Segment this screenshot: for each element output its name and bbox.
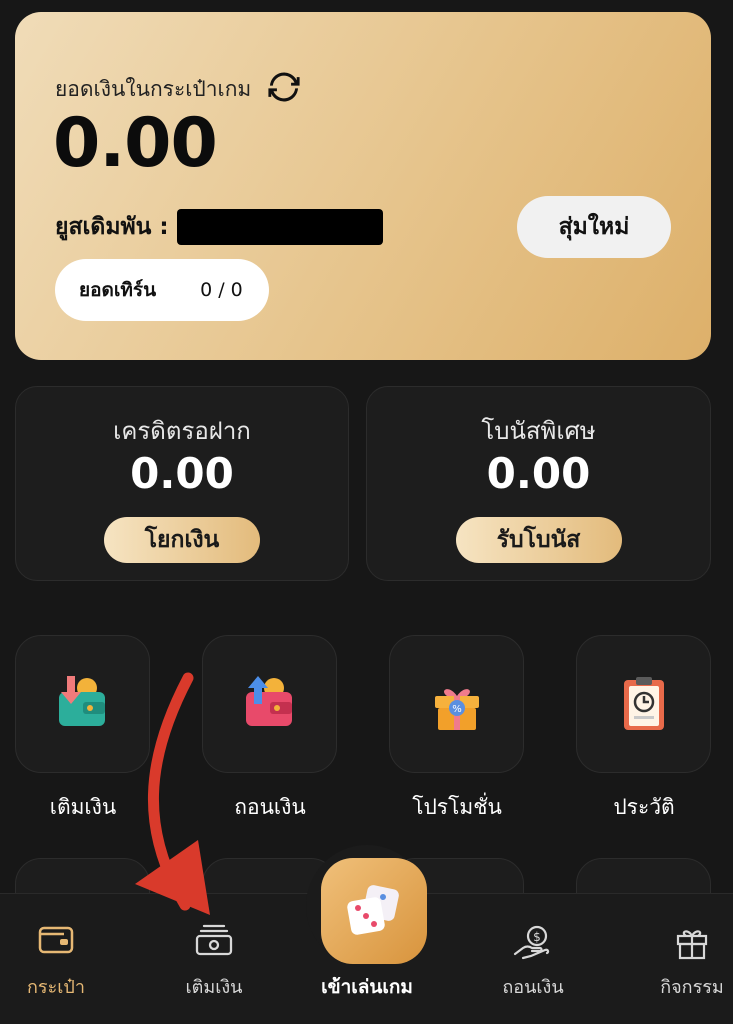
pending-credit-value: 0.00 — [130, 449, 234, 498]
transfer-money-button[interactable]: โยกเงิน — [104, 517, 260, 563]
play-game-label: เข้าเล่นเกม — [321, 976, 413, 998]
nav-withdraw-label: ถอนเงิน — [502, 977, 564, 998]
gift-box-icon — [676, 930, 708, 960]
menu-label-deposit: เติมเงิน — [49, 795, 117, 819]
wallet-card: ยอดเงินในกระเป๋าเกม 0.00 ยูสเดิมพัน : สุ… — [15, 12, 711, 360]
turnover-badge: ยอดเทิร์น 0 / 0 — [55, 259, 269, 321]
nav-deposit[interactable]: เติมเงิน — [154, 894, 274, 1024]
menu-tile-promotion[interactable]: % — [389, 635, 524, 773]
menu-label-withdraw: ถอนเงิน — [234, 795, 306, 819]
refresh-icon[interactable] — [267, 70, 301, 109]
username-row: ยูสเดิมพัน : — [55, 209, 383, 245]
pending-credit-card: เครดิตรอฝาก 0.00 โยกเงิน — [15, 386, 349, 581]
nav-activity-label: กิจกรรม — [660, 977, 724, 998]
dice-icon — [347, 885, 399, 935]
nav-wallet-label: กระเป๋า — [27, 977, 85, 998]
gift-icon: % — [434, 689, 479, 730]
special-bonus-card: โบนัสพิเศษ 0.00 รับโบนัส — [366, 386, 711, 581]
wallet-icon — [38, 926, 74, 954]
username-redacted — [176, 209, 383, 245]
special-bonus-label: โบนัสพิเศษ — [481, 417, 596, 445]
nav-wallet[interactable]: กระเป๋า — [0, 894, 116, 1024]
withdraw-wallet-icon — [245, 676, 292, 726]
play-game-button[interactable] — [321, 858, 427, 964]
special-bonus-value: 0.00 — [486, 449, 591, 498]
menu-label-promotion: โปรโมชั่น — [412, 795, 502, 819]
cash-stack-icon — [195, 924, 233, 956]
turnover-value: 0 / 0 — [200, 279, 243, 301]
nav-activity[interactable]: กิจกรรม — [632, 894, 733, 1024]
svg-text:%: % — [452, 704, 462, 715]
history-clipboard-icon — [623, 677, 664, 730]
nav-withdraw[interactable]: $ ถอนเงิน — [473, 894, 593, 1024]
wallet-balance: 0.00 — [53, 104, 218, 183]
nav-deposit-label: เติมเงิน — [185, 977, 243, 998]
menu-tile-withdraw[interactable] — [202, 635, 337, 773]
wallet-title: ยอดเงินในกระเป๋าเกม — [55, 77, 252, 101]
menu-tile-deposit[interactable] — [15, 635, 150, 773]
deposit-wallet-icon — [58, 676, 105, 726]
turnover-label: ยอดเทิร์น — [79, 279, 157, 301]
username-label: ยูสเดิมพัน : — [55, 214, 169, 240]
claim-bonus-button[interactable]: รับโบนัส — [455, 517, 622, 563]
random-new-button[interactable]: สุ่มใหม่ — [517, 196, 671, 258]
menu-label-history: ประวัติ — [613, 795, 675, 819]
svg-text:$: $ — [533, 930, 541, 944]
menu-tile-history[interactable] — [576, 635, 711, 773]
pending-credit-label: เครดิตรอฝาก — [113, 417, 251, 445]
hand-coin-icon: $ — [513, 925, 550, 960]
